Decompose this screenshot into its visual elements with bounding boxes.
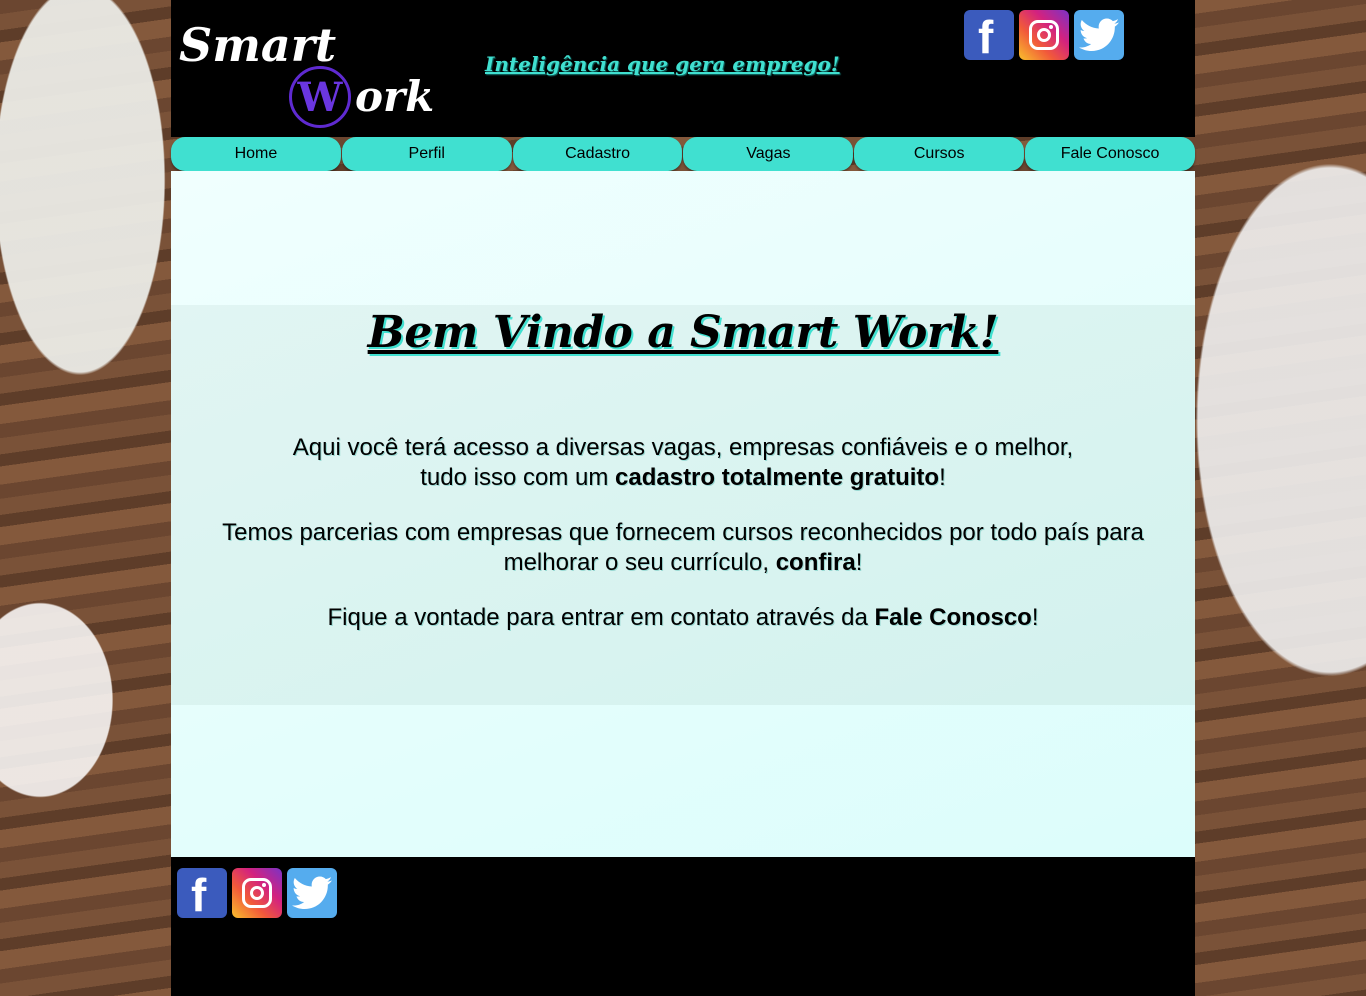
main-content: Bem Vindo a Smart Work! Aqui você terá a… (171, 171, 1195, 857)
page: Smart W ork Inteligência que gera empreg… (171, 0, 1195, 996)
p3-bold: Fale Conosco (874, 604, 1032, 631)
main-nav: Home Perfil Cadastro Vagas Cursos Fale C… (171, 137, 1195, 171)
site-header: Smart W ork Inteligência que gera empreg… (171, 0, 1195, 137)
logo-smart-text: Smart (179, 18, 337, 72)
facebook-icon[interactable]: f (964, 10, 1014, 60)
logo-ork-text: ork (355, 72, 435, 121)
logo-work: W ork (289, 66, 439, 130)
p3-text: Fique a vontade para entrar em contato a… (327, 604, 875, 631)
p2-bold: confira (775, 549, 856, 576)
facebook-glyph: f (191, 869, 207, 918)
instagram-icon[interactable] (232, 868, 282, 918)
p1-suffix: ! (939, 464, 946, 491)
logo-w-ring: W (289, 66, 351, 128)
p2-text: Temos parcerias com empresas que fornece… (222, 519, 1144, 576)
nav-cursos[interactable]: Cursos (854, 137, 1025, 171)
facebook-icon[interactable]: f (177, 868, 227, 918)
nav-home[interactable]: Home (171, 137, 341, 171)
p1-bold: cadastro totalmente gratuito (615, 464, 940, 491)
welcome-paragraph-3: Fique a vontade para entrar em contato a… (191, 603, 1175, 633)
tagline-link[interactable]: Inteligência que gera emprego! (485, 52, 840, 76)
welcome-paragraph-2: Temos parcerias com empresas que fornece… (191, 518, 1175, 578)
welcome-title: Bem Vindo a Smart Work! (367, 307, 999, 358)
p1-line1: Aqui você terá acesso a diversas vagas, … (292, 434, 1074, 461)
p3-suffix: ! (1031, 604, 1039, 631)
nav-fale-conosco[interactable]: Fale Conosco (1025, 137, 1195, 171)
smart-work-logo[interactable]: Smart W ork (177, 18, 437, 133)
site-footer: f (171, 857, 1195, 996)
p1-line2-prefix: tudo isso com um (420, 464, 616, 491)
footer-social-links: f (177, 868, 337, 918)
nav-cadastro[interactable]: Cadastro (512, 137, 683, 171)
header-social-links: f (964, 10, 1124, 60)
twitter-icon[interactable] (1074, 10, 1124, 60)
twitter-icon[interactable] (287, 868, 337, 918)
nav-vagas[interactable]: Vagas (683, 137, 854, 171)
instagram-icon[interactable] (1019, 10, 1069, 60)
welcome-paragraph-1: Aqui você terá acesso a diversas vagas, … (191, 433, 1175, 493)
p2-suffix: ! (855, 549, 863, 576)
welcome-panel: Bem Vindo a Smart Work! Aqui você terá a… (171, 305, 1195, 705)
nav-perfil[interactable]: Perfil (341, 137, 512, 171)
facebook-glyph: f (978, 11, 994, 60)
